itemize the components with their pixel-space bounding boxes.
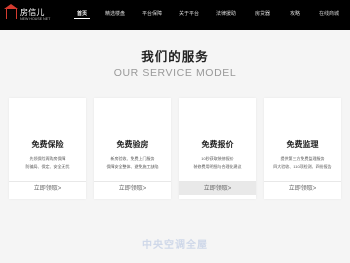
top-navbar: 房信儿 NEW HOUSE NET 首页 精选楼盘 平台保障 关于平台 法律援助… — [0, 0, 350, 30]
section-subtitle: OUR SERVICE MODEL — [113, 67, 237, 79]
house-logo-icon — [4, 4, 18, 19]
nav-item-online-store[interactable]: 在线商城 — [319, 10, 339, 17]
card-title: 免费保险 — [31, 140, 64, 149]
nav-item-home[interactable]: 首页 — [77, 10, 87, 17]
card-description-line1: 提供第三方免费监理服务 — [280, 156, 325, 161]
nav-item-legal-aid[interactable]: 法律援助 — [216, 10, 236, 17]
nav-item-guides[interactable]: 攻略 — [290, 10, 300, 17]
claim-supervision-button[interactable]: 立即领取> — [264, 181, 341, 195]
card-description-line1: 先领保险再购房保障 — [29, 156, 66, 161]
claim-inspection-button[interactable]: 立即领取> — [94, 181, 171, 195]
card-description-line2: 防骗局、保定、安全无忧 — [25, 164, 70, 169]
logo-subtext: NEW HOUSE NET — [20, 17, 51, 21]
card-description-line1: 10秒获取装修报价 — [201, 156, 234, 161]
card-description-line2: 装修费用明细与合理化建议 — [193, 164, 242, 169]
card-title: 免费监理 — [286, 140, 319, 149]
card-description-line2: 保障安全整体、避免施工缺陷 — [106, 164, 159, 169]
card-description-line1: 新房验收、免费上门服务 — [110, 156, 155, 161]
card-description-line2: 四大验收、110项检测、四份报告 — [273, 164, 332, 169]
nav-menu: 首页 精选楼盘 平台保障 关于平台 法律援助 房贷器 攻略 在线商城 — [70, 0, 350, 30]
active-nav-underline — [74, 18, 90, 19]
section-title: 我们的服务 — [141, 50, 209, 64]
claim-quote-button[interactable]: 立即领取> — [179, 181, 256, 195]
claim-insurance-button[interactable]: 立即领取> — [9, 181, 86, 195]
site-logo[interactable]: 房信儿 NEW HOUSE NET — [4, 4, 54, 25]
nav-item-mortgage-calculator[interactable]: 房贷器 — [255, 10, 270, 17]
card-title: 免费验房 — [116, 140, 149, 149]
nav-item-about[interactable]: 关于平台 — [179, 10, 199, 17]
faded-banner-text: 中央空调全屋 — [142, 240, 208, 251]
card-title: 免费报价 — [201, 140, 234, 149]
nav-item-featured-properties[interactable]: 精选楼盘 — [105, 10, 125, 17]
nav-item-platform-guarantee[interactable]: 平台保障 — [142, 10, 162, 17]
